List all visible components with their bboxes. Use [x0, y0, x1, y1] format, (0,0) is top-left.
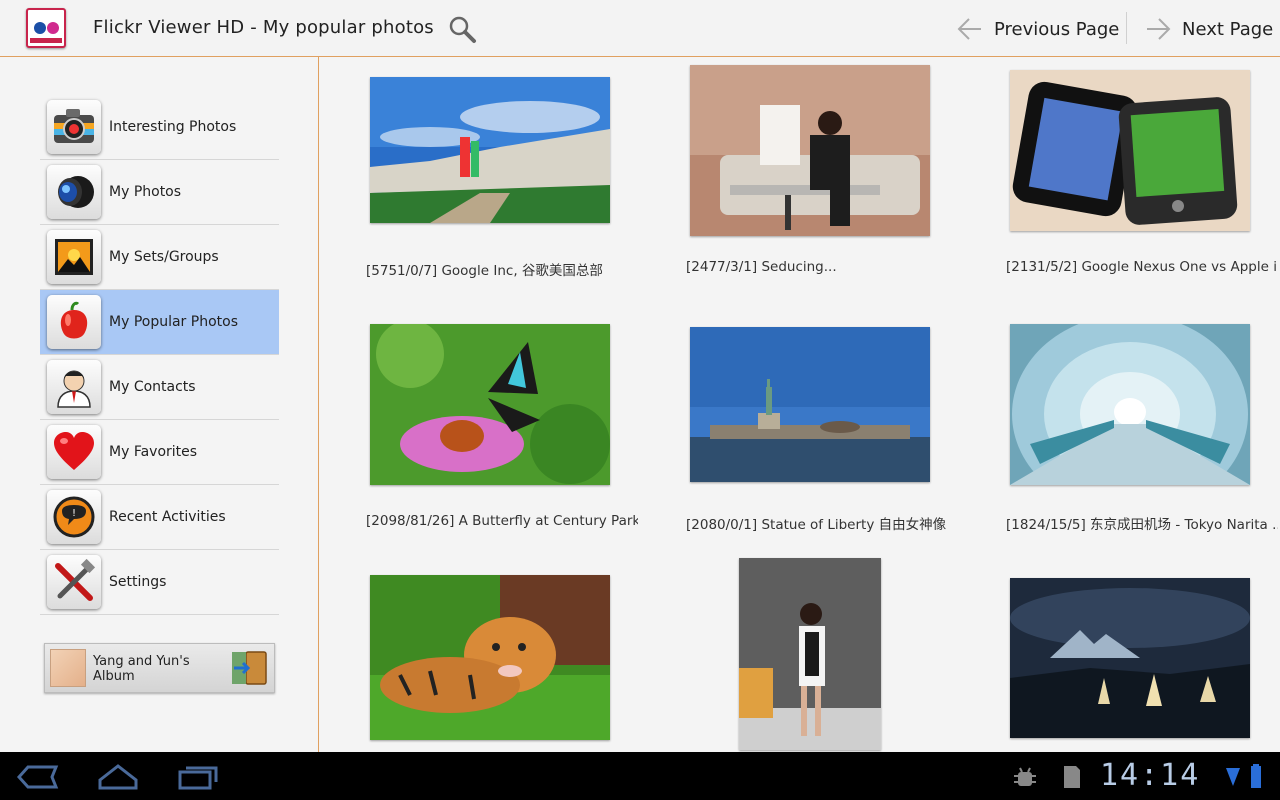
photo-tile[interactable]: [1824/15/5] 东京成田机场 - Tokyo Narita ...	[960, 307, 1280, 537]
previous-page-button[interactable]: Previous Page	[956, 10, 1119, 48]
camera-icon	[47, 100, 101, 154]
photo-thumbnail-butterfly[interactable]	[370, 324, 610, 485]
sidebar-item-label: My Popular Photos	[109, 314, 238, 330]
system-bar: 14:14	[0, 752, 1280, 800]
heart-icon	[47, 425, 101, 479]
photo-thumbnail-google-campus[interactable]	[370, 77, 610, 223]
clock: 14:14	[1100, 758, 1201, 793]
sidebar-item-settings[interactable]: Settings	[40, 550, 279, 615]
app-title: Flickr Viewer HD - My popular photos	[93, 17, 434, 38]
photo-caption: [5751/0/7] Google Inc, 谷歌美国总部	[366, 263, 603, 279]
contact-icon	[47, 360, 101, 414]
pepper-icon	[47, 295, 101, 349]
photo-thumbnail-woman-on-stage[interactable]	[739, 558, 881, 750]
avatar	[50, 649, 86, 687]
search-icon[interactable]	[446, 13, 478, 45]
sidebar-item-recent-activities[interactable]: ! Recent Activities	[40, 485, 279, 550]
sidebar-item-label: My Photos	[109, 184, 182, 200]
sidebar-menu: Interesting Photos My Photos My Sets/Gro…	[40, 95, 279, 615]
back-icon[interactable]	[16, 762, 60, 792]
photo-thumbnail-airport-tunnel[interactable]	[1010, 324, 1250, 485]
home-icon[interactable]	[96, 762, 140, 792]
app-window: Flickr Viewer HD - My popular photos Pre…	[0, 0, 1280, 800]
battery-icon	[1251, 764, 1261, 788]
landscape-icon	[47, 230, 101, 284]
album-button[interactable]: Yang and Yun's Album	[44, 643, 275, 693]
photo-grid: [5751/0/7] Google Inc, 谷歌美国总部 [2477/3/1]…	[320, 57, 1280, 752]
photo-caption: [2098/81/26] A Butterfly at Century Park	[366, 513, 638, 529]
chat-icon: !	[47, 490, 101, 544]
photo-tile[interactable]: [2477/3/1] Seducing...	[640, 57, 960, 287]
photo-tile[interactable]	[640, 557, 960, 752]
flickr-app-icon[interactable]	[26, 8, 66, 48]
debug-icon	[1014, 767, 1036, 786]
photo-caption: [2131/5/2] Google Nexus One vs Apple iP.…	[1006, 259, 1278, 275]
sidebar-item-label: My Sets/Groups	[109, 249, 219, 265]
sidebar-item-interesting-photos[interactable]: Interesting Photos	[40, 95, 279, 160]
photo-tile[interactable]	[960, 557, 1280, 752]
photo-thumbnail-tiger-cub[interactable]	[370, 575, 610, 740]
next-page-button[interactable]: Next Page	[1144, 10, 1273, 48]
previous-page-label: Previous Page	[994, 18, 1120, 40]
sidebar: Interesting Photos My Photos My Sets/Gro…	[0, 57, 319, 752]
sidebar-item-my-photos[interactable]: My Photos	[40, 160, 279, 225]
photo-thumbnail-phones[interactable]	[1010, 70, 1250, 231]
sidebar-item-label: My Contacts	[109, 379, 196, 395]
svg-text:!: !	[72, 508, 76, 519]
photo-caption: [1824/15/5] 东京成田机场 - Tokyo Narita ...	[1006, 517, 1278, 533]
wifi-icon	[1226, 768, 1240, 786]
photo-caption: [2080/0/1] Statue of Liberty 自由女神像	[686, 517, 947, 533]
sidebar-item-label: Interesting Photos	[109, 119, 237, 135]
recent-apps-icon[interactable]	[176, 762, 220, 792]
lens-icon	[47, 165, 101, 219]
sidebar-item-my-contacts[interactable]: My Contacts	[40, 355, 279, 420]
sidebar-item-label: My Favorites	[109, 444, 198, 460]
photo-thumbnail-statue-of-liberty[interactable]	[690, 327, 930, 482]
photo-tile[interactable]: [2080/0/1] Statue of Liberty 自由女神像	[640, 307, 960, 537]
sidebar-item-label: Recent Activities	[109, 509, 226, 525]
photo-tile[interactable]: [5751/0/7] Google Inc, 谷歌美国总部	[320, 57, 640, 287]
album-label: Yang and Yun's Album	[93, 654, 190, 684]
action-bar: Flickr Viewer HD - My popular photos Pre…	[0, 0, 1280, 57]
sidebar-item-label: Settings	[109, 574, 167, 590]
photo-tile[interactable]	[320, 557, 640, 752]
arrow-right-icon	[1147, 18, 1171, 40]
sidebar-item-my-sets-groups[interactable]: My Sets/Groups	[40, 225, 279, 290]
photo-tile[interactable]: [2098/81/26] A Butterfly at Century Park	[320, 307, 640, 537]
divider	[1126, 12, 1127, 44]
next-page-label: Next Page	[1182, 18, 1274, 40]
photo-tile[interactable]: [2131/5/2] Google Nexus One vs Apple iP.…	[960, 57, 1280, 287]
sd-card-icon	[1064, 766, 1080, 788]
photo-thumbnail-mountain-stupas[interactable]	[1010, 578, 1250, 738]
sidebar-item-my-popular-photos[interactable]: My Popular Photos	[40, 290, 279, 355]
arrow-left-icon	[957, 18, 981, 40]
logout-icon[interactable]	[228, 648, 270, 688]
photo-caption: [2477/3/1] Seducing...	[686, 259, 837, 275]
tools-icon	[47, 555, 101, 609]
photo-thumbnail-couple-on-sofa[interactable]	[690, 65, 930, 236]
sidebar-item-my-favorites[interactable]: My Favorites	[40, 420, 279, 485]
